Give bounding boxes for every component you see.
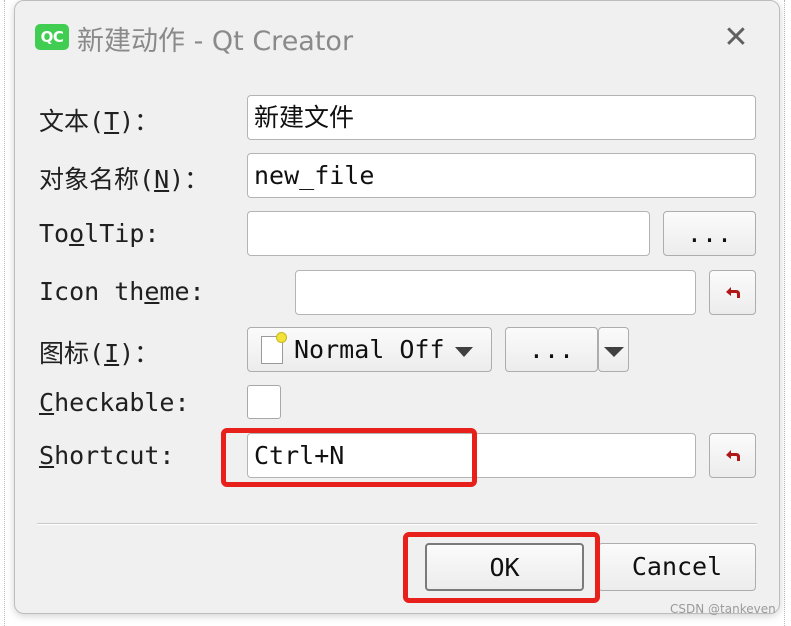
- reset-arrow-icon: [725, 286, 740, 298]
- icon-mode-dropdown[interactable]: Normal Off: [247, 327, 492, 372]
- icon-label: 图标(I)：: [39, 334, 159, 370]
- text-label-post: )：: [119, 107, 160, 136]
- checkable-label-post: heckable:: [54, 388, 190, 417]
- icon-theme-label-post: me:: [159, 277, 205, 306]
- designer-grid-edge-left: [4, 0, 5, 626]
- shortcut-label-post: hortcut:: [54, 441, 175, 470]
- tooltip-input[interactable]: [247, 211, 650, 256]
- icon-browse-menu-button[interactable]: [598, 327, 629, 372]
- object-name-label: 对象名称(N)：: [39, 160, 209, 196]
- blank-document-icon: [261, 332, 287, 364]
- text-label-pre: 文本(: [39, 107, 105, 136]
- watermark: CSDN @tankeven: [670, 602, 776, 616]
- window-title: 新建动作 - Qt Creator: [77, 26, 354, 57]
- object-name-input[interactable]: new_file: [247, 153, 756, 198]
- icon-label-pre: 图标(: [39, 339, 105, 368]
- text-label-mnemonic: T: [104, 107, 120, 136]
- button-separator: [37, 523, 757, 525]
- text-input[interactable]: 新建文件: [247, 95, 756, 140]
- tooltip-label-pre: To: [39, 219, 70, 248]
- shortcut-label: Shortcut:: [39, 441, 174, 470]
- chevron-down-icon: [455, 347, 473, 357]
- icon-browse-button[interactable]: ...: [505, 327, 598, 372]
- shortcut-highlight-box: [221, 428, 477, 487]
- checkable-checkbox[interactable]: [247, 385, 281, 419]
- tooltip-label: ToolTip:: [39, 219, 159, 248]
- ok-highlight-box: [403, 532, 600, 603]
- reset-arrow-icon: [725, 449, 740, 461]
- tooltip-browse-button[interactable]: ...: [663, 211, 756, 256]
- shortcut-label-mnemonic: S: [39, 441, 55, 470]
- object-name-label-post: )：: [169, 165, 210, 194]
- qt-creator-logo-icon: QC: [35, 24, 69, 50]
- chevron-down-icon: [604, 347, 624, 357]
- icon-theme-label-pre: Icon th: [39, 277, 145, 306]
- cancel-button[interactable]: Cancel: [598, 543, 756, 591]
- text-label: 文本(T)：: [39, 102, 159, 138]
- tooltip-label-mnemonic: o: [69, 219, 85, 248]
- designer-grid-edge-right: [784, 0, 785, 626]
- icon-label-post: )：: [119, 339, 160, 368]
- shortcut-reset-button[interactable]: [709, 433, 756, 478]
- object-name-label-pre: 对象名称(: [39, 165, 155, 194]
- new-action-dialog: QC 新建动作 - Qt Creator ✕ 文本(T)： 新建文件 对象名称(…: [14, 0, 780, 614]
- icon-mode-value: Normal Off: [294, 335, 445, 364]
- icon-theme-label: Icon theme:: [39, 277, 205, 306]
- new-star-icon: [276, 332, 287, 343]
- tooltip-label-post: lTip:: [84, 219, 160, 248]
- checkable-label-mnemonic: C: [39, 388, 55, 417]
- object-name-label-mnemonic: N: [154, 165, 170, 194]
- icon-label-mnemonic: I: [104, 339, 120, 368]
- icon-theme-reset-button[interactable]: [709, 270, 756, 315]
- close-button[interactable]: ✕: [717, 19, 755, 57]
- title-bar: QC 新建动作 - Qt Creator ✕: [15, 1, 779, 75]
- icon-theme-input[interactable]: [295, 270, 696, 315]
- icon-theme-label-mnemonic: e: [144, 277, 160, 306]
- checkable-label: Checkable:: [39, 388, 190, 417]
